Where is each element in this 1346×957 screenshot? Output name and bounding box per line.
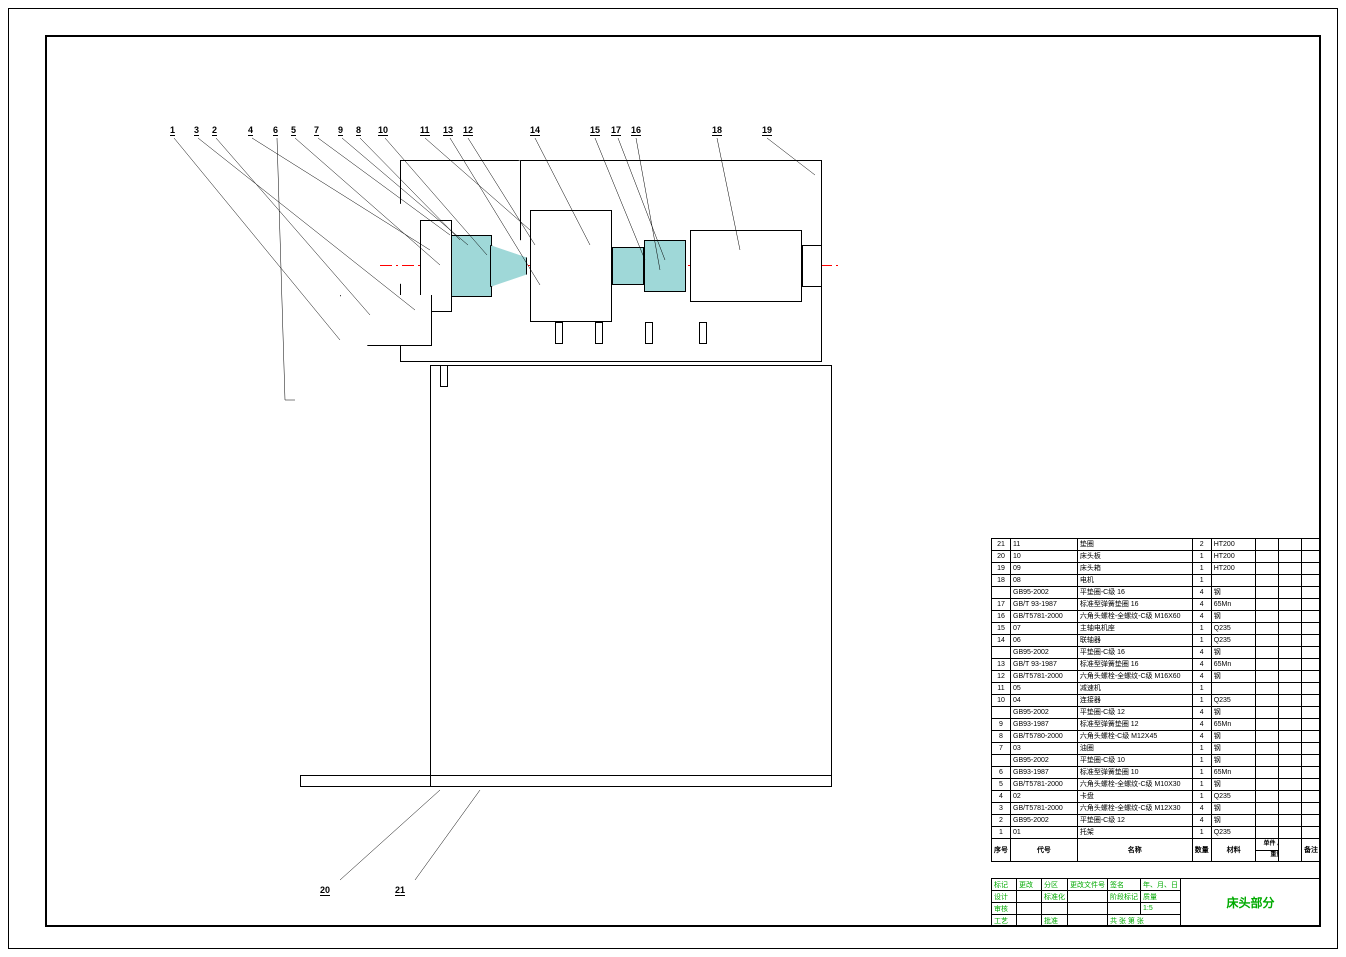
bom-row: GB95-2002平垫圈-C级 101钢	[992, 755, 1321, 767]
bom-row: 2111垫圈2HT200	[992, 539, 1321, 551]
bolt	[699, 322, 707, 344]
bom-row: 1004连接器1Q235	[992, 695, 1321, 707]
bom-row: GB95-2002平垫圈-C级 164钢	[992, 587, 1321, 599]
bom-row: 17GB/T 93-1987标准型弹簧垫圈 16465Mn	[992, 599, 1321, 611]
callout-20: 20	[320, 885, 330, 896]
motor	[690, 230, 802, 302]
lbl: 更改文件号	[1068, 879, 1108, 891]
callout-3: 3	[194, 125, 199, 136]
lbl: 审核	[992, 903, 1017, 915]
lbl: 批准	[1042, 915, 1068, 927]
bolt	[595, 322, 603, 344]
callout-10: 10	[378, 125, 388, 136]
bom-row: 3GB/T5781-2000六角头螺栓-全螺纹-C级 M12X304钢	[992, 803, 1321, 815]
callout-15: 15	[590, 125, 600, 136]
gearbox	[530, 210, 612, 322]
bom-header: 序号代号名称数量材料单件 总计重量备注	[992, 839, 1321, 862]
lbl: 标准化	[1042, 891, 1068, 903]
spindle-flange	[450, 235, 492, 297]
callout-1: 1	[170, 125, 175, 136]
callout-19: 19	[762, 125, 772, 136]
title-block: 标记更改分区更改文件号签名年、月、日床头部分 设计 标准化 阶段标记质量 审核 1:5…	[991, 878, 1321, 927]
body-box	[430, 365, 832, 787]
bom-table: 2111垫圈2HT2002010床头板1HT2001909床头箱1HT20018…	[991, 538, 1321, 862]
callout-5: 5	[291, 125, 296, 136]
bom-row: 6GB93-1987标准型弹簧垫圈 10165Mn	[992, 767, 1321, 779]
callout-14: 14	[530, 125, 540, 136]
bom-row: 5GB/T5781-2000六角头螺栓-全螺纹-C级 M10X301钢	[992, 779, 1321, 791]
bom-row: 12GB/T5781-2000六角头螺栓-全螺纹-C级 M16X604钢	[992, 671, 1321, 683]
bolt	[555, 322, 563, 344]
lbl: 1:5	[1141, 903, 1181, 915]
callout-6: 6	[273, 125, 278, 136]
callout-16: 16	[631, 125, 641, 136]
bom-row: 1808电机1	[992, 575, 1321, 587]
assembly-drawing	[150, 135, 850, 885]
callout-12: 12	[463, 125, 473, 136]
callout-4: 4	[248, 125, 253, 136]
bolt	[440, 365, 448, 387]
coupling-1	[612, 247, 644, 285]
bom-row: 2010床头板1HT200	[992, 551, 1321, 563]
callout-11: 11	[420, 125, 430, 136]
drawing-title: 床头部分	[1181, 879, 1321, 927]
lbl: 年、月、日	[1141, 879, 1181, 891]
bolt	[645, 322, 653, 344]
lbl: 阶段标记	[1108, 891, 1141, 903]
callout-7: 7	[314, 125, 319, 136]
bom-row: 1507主轴电机座1Q235	[992, 623, 1321, 635]
canvas: 132465798101113121415171618192021 2111垫圈…	[0, 0, 1346, 957]
bom-row: 8GB/T5780-2000六角头螺栓-C级 M12X454钢	[992, 731, 1321, 743]
bom-row: 16GB/T5781-2000六角头螺栓-全螺纹-C级 M16X604钢	[992, 611, 1321, 623]
bom-row: 703油圈1钢	[992, 743, 1321, 755]
bom-row: GB95-2002平垫圈-C级 164钢	[992, 647, 1321, 659]
lbl: 分区	[1042, 879, 1068, 891]
sheet-info: 共 张 第 张	[1108, 915, 1181, 927]
lbl: 质量	[1141, 891, 1181, 903]
bom-row: 1105减速机1	[992, 683, 1321, 695]
callout-17: 17	[611, 125, 621, 136]
bom-row: 101托架1Q235	[992, 827, 1321, 839]
bom-row: 9GB93-1987标准型弹簧垫圈 12465Mn	[992, 719, 1321, 731]
callout-21: 21	[395, 885, 405, 896]
callout-9: 9	[338, 125, 343, 136]
bom-row: 402卡盘1Q235	[992, 791, 1321, 803]
callout-2: 2	[212, 125, 217, 136]
lbl: 设计	[992, 891, 1017, 903]
callout-18: 18	[712, 125, 722, 136]
callout-8: 8	[356, 125, 361, 136]
motor-end	[802, 245, 822, 287]
lbl: 工艺	[992, 915, 1017, 927]
bracket	[340, 295, 432, 346]
coupling-2	[644, 240, 686, 292]
callout-13: 13	[443, 125, 453, 136]
lbl: 标记	[992, 879, 1017, 891]
bom-row: 2GB95-2002平垫圈-C级 124钢	[992, 815, 1321, 827]
lbl: 签名	[1108, 879, 1141, 891]
lbl: 更改	[1017, 879, 1042, 891]
bom-row: GB95-2002平垫圈-C级 124钢	[992, 707, 1321, 719]
bom-row: 13GB/T 93-1987标准型弹簧垫圈 16465Mn	[992, 659, 1321, 671]
bom-row: 1909床头箱1HT200	[992, 563, 1321, 575]
bom-row: 1406联轴器1Q235	[992, 635, 1321, 647]
base-rail	[300, 775, 832, 787]
